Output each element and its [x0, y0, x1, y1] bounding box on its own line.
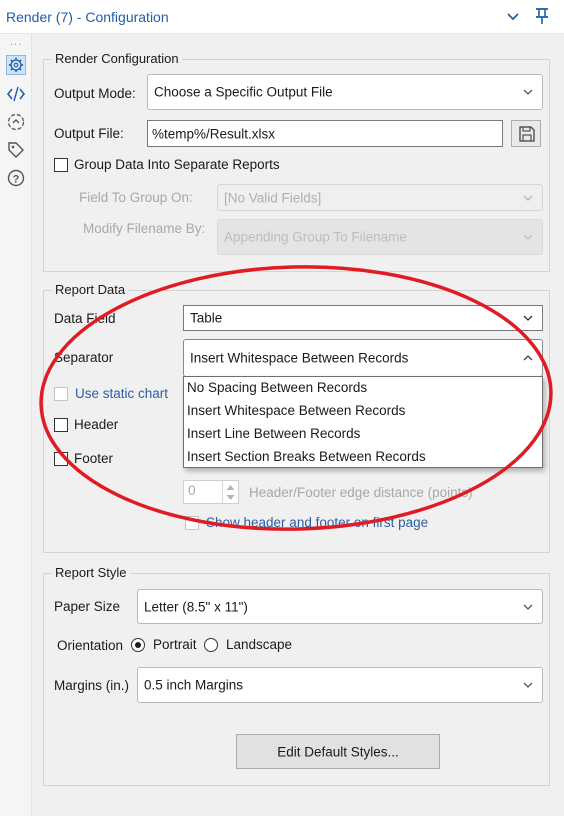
use-static-chart-checkbox[interactable]: [54, 387, 68, 401]
list-item[interactable]: Insert Line Between Records: [187, 426, 360, 441]
list-item[interactable]: Insert Whitespace Between Records: [187, 403, 405, 418]
list-item[interactable]: Insert Section Breaks Between Records: [187, 449, 426, 464]
data-field-select[interactable]: Table: [183, 305, 543, 331]
chevron-down-icon: [523, 234, 533, 240]
header-checkbox[interactable]: [54, 418, 68, 432]
radio-selected-dot: [135, 642, 141, 648]
header-label: Header: [74, 417, 119, 432]
separator-options-list[interactable]: No Spacing Between Records Insert Whites…: [183, 376, 543, 468]
output-file-label: Output File:: [54, 126, 124, 141]
help-icon[interactable]: ?: [6, 168, 26, 188]
chevron-down-icon: [523, 89, 533, 95]
caret-up-icon: [226, 485, 235, 490]
margins-label: Margins (in.): [54, 678, 130, 693]
spinner-arrows[interactable]: [222, 481, 238, 503]
chevron-down-icon: [523, 682, 533, 688]
margins-select[interactable]: 0.5 inch Margins: [137, 667, 543, 703]
chevron-down-icon: [523, 604, 533, 610]
footer-checkbox[interactable]: [54, 452, 68, 466]
group-title: Report Style: [52, 565, 130, 581]
list-item[interactable]: No Spacing Between Records: [187, 380, 367, 395]
use-static-chart-label: Use static chart: [75, 386, 169, 401]
code-icon[interactable]: [6, 84, 26, 104]
chevron-down-icon: [523, 195, 533, 201]
chevron-down-icon[interactable]: [505, 9, 521, 25]
pin-icon[interactable]: [532, 6, 552, 26]
paper-size-select[interactable]: Letter (8.5" x 11"): [137, 589, 543, 624]
footer-label: Footer: [74, 451, 114, 466]
modify-filename-select[interactable]: Appending Group To Filename: [217, 219, 543, 255]
separator-label: Separator: [54, 350, 114, 365]
edit-default-styles-button[interactable]: Edit Default Styles...: [236, 734, 440, 769]
group-title: Render Configuration: [52, 51, 182, 67]
output-file-input[interactable]: %temp%/Result.xlsx: [147, 120, 503, 147]
separator-select[interactable]: Insert Whitespace Between Records: [183, 339, 543, 377]
rail-dots: ...: [10, 36, 23, 48]
portrait-label: Portrait: [153, 637, 197, 652]
save-icon: [519, 126, 535, 142]
orientation-label: Orientation: [57, 638, 124, 653]
gear-icon[interactable]: [6, 55, 26, 75]
edge-distance-spinner[interactable]: 0: [183, 480, 239, 504]
portrait-radio[interactable]: [131, 638, 145, 652]
field-group-label: Field To Group On:: [79, 190, 193, 205]
group-data-label: Group Data Into Separate Reports: [74, 157, 280, 172]
edge-distance-label: Header/Footer edge distance (points): [249, 485, 473, 500]
chevron-down-icon: [523, 315, 533, 321]
landscape-radio[interactable]: [204, 638, 218, 652]
group-data-checkbox[interactable]: [54, 158, 68, 172]
show-first-page-checkbox[interactable]: [185, 516, 199, 530]
save-file-button[interactable]: [511, 120, 541, 147]
output-mode-select[interactable]: Choose a Specific Output File: [147, 74, 543, 110]
navigate-icon[interactable]: [6, 112, 26, 132]
svg-text:?: ?: [13, 174, 20, 186]
modify-filename-label: Modify Filename By:: [83, 221, 206, 236]
group-title: Report Data: [52, 282, 129, 298]
title-bar: Render (7) - Configuration: [0, 0, 564, 34]
caret-down-icon: [226, 495, 235, 500]
tag-icon[interactable]: [6, 140, 26, 160]
show-first-page-label: Show header and footer on first page: [206, 515, 429, 530]
output-mode-label: Output Mode:: [54, 86, 136, 101]
field-group-select[interactable]: [No Valid Fields]: [217, 184, 543, 211]
chevron-up-icon: [523, 355, 533, 361]
data-field-label: Data Field: [54, 311, 116, 326]
paper-size-label: Paper Size: [54, 599, 121, 614]
landscape-label: Landscape: [226, 637, 293, 652]
window-title: Render (7) - Configuration: [6, 9, 169, 25]
